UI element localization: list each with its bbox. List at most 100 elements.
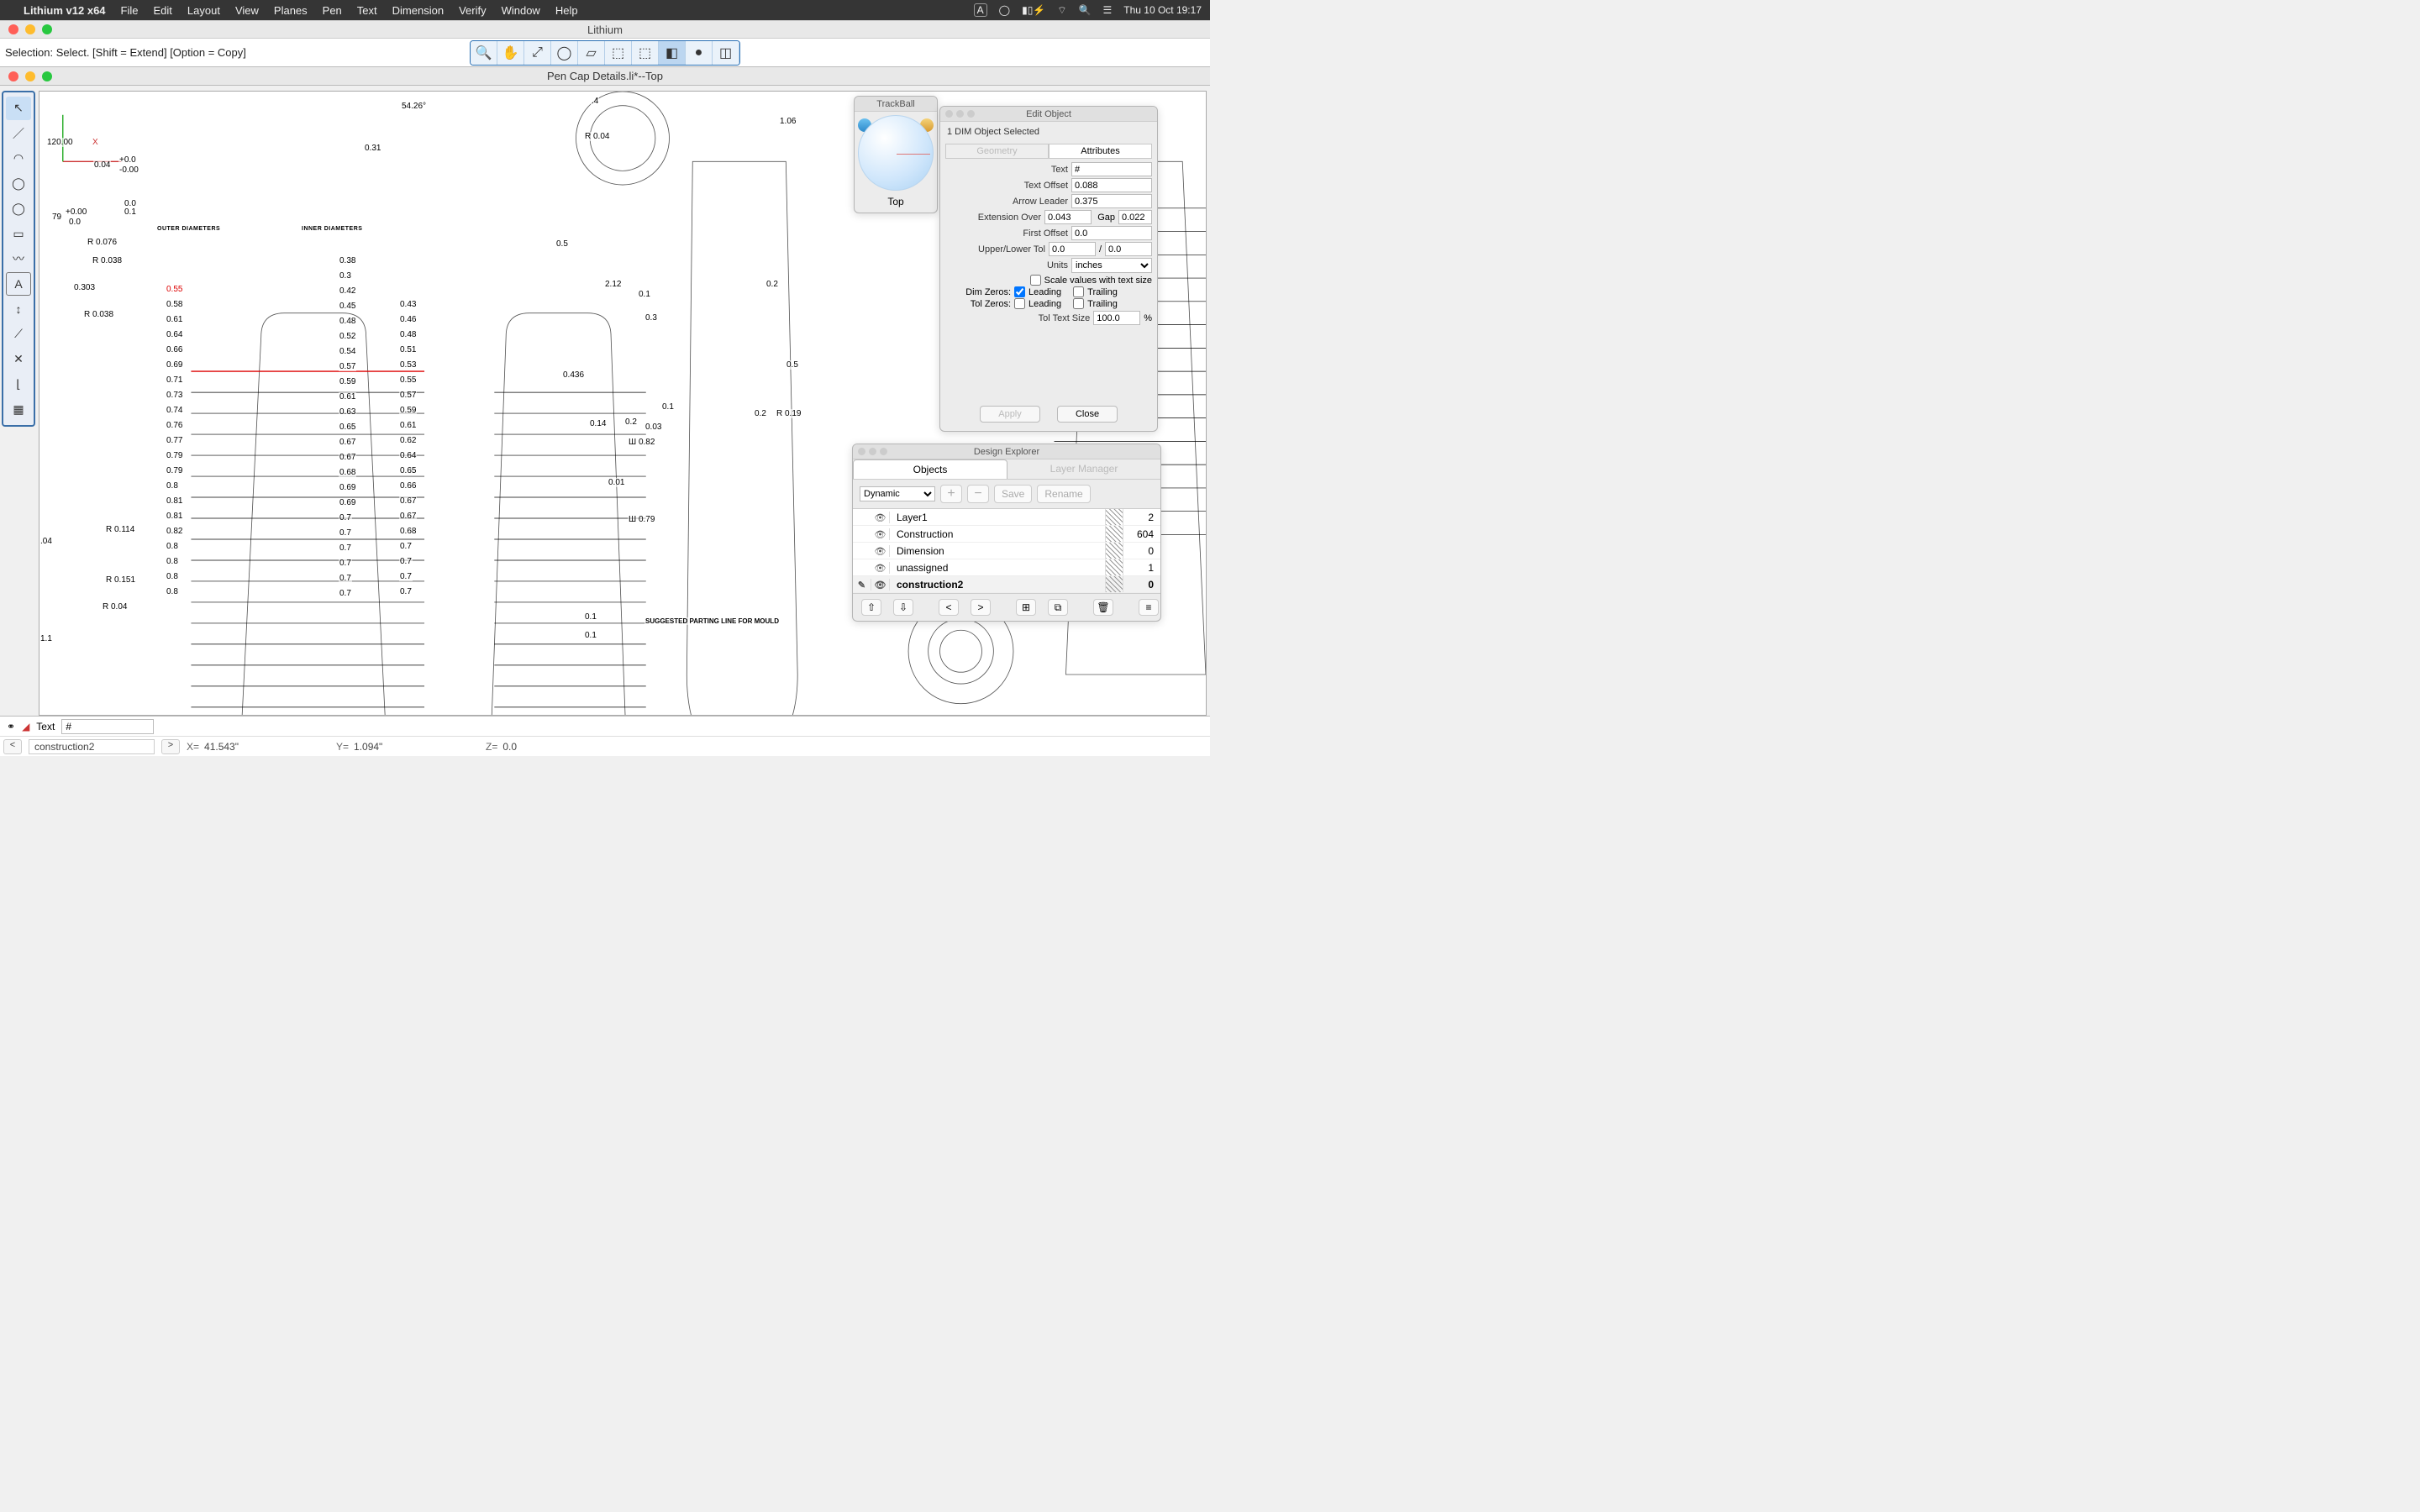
- layer-row[interactable]: Construction604: [853, 526, 1160, 543]
- nav-prev-button[interactable]: <: [3, 739, 22, 754]
- close-button[interactable]: Close: [1057, 406, 1118, 423]
- trackball-titlebar[interactable]: TrackBall: [855, 97, 937, 112]
- control-center-icon[interactable]: ☰: [1103, 4, 1113, 16]
- menu-dimension[interactable]: Dimension: [392, 4, 444, 17]
- tab-geometry[interactable]: Geometry: [945, 144, 1049, 159]
- move-up-button[interactable]: ⇧: [861, 599, 881, 616]
- tool-pattern[interactable]: ▦: [6, 397, 31, 421]
- tab-attributes[interactable]: Attributes: [1049, 144, 1152, 159]
- layer-edit-icon[interactable]: [853, 579, 871, 591]
- user-icon[interactable]: ◯: [999, 4, 1010, 16]
- status-text-input[interactable]: #: [61, 719, 154, 734]
- input-source-icon[interactable]: A: [974, 3, 987, 17]
- layer-row[interactable]: construction20: [853, 576, 1160, 593]
- clock[interactable]: Thu 10 Oct 19:17: [1123, 4, 1202, 16]
- tool-text[interactable]: A: [6, 272, 31, 296]
- menu-text[interactable]: Text: [357, 4, 377, 17]
- tool-rect[interactable]: ▭: [6, 222, 31, 245]
- input-text-offset[interactable]: [1071, 178, 1152, 192]
- battery-icon[interactable]: ▮▯⚡: [1022, 4, 1045, 16]
- view-fit-button[interactable]: ⤢: [524, 41, 551, 65]
- checkbox-scale-values[interactable]: [1030, 275, 1041, 286]
- checkbox-dim-leading[interactable]: [1014, 286, 1025, 297]
- move-down-button[interactable]: ⇩: [893, 599, 913, 616]
- input-first-offset[interactable]: [1071, 226, 1152, 240]
- trackball-panel[interactable]: TrackBall Top: [854, 96, 938, 213]
- tool-circle[interactable]: ◯: [6, 172, 31, 196]
- tool-fillet[interactable]: ⌊: [6, 372, 31, 396]
- input-lower-tol[interactable]: [1105, 242, 1152, 256]
- axes-icon[interactable]: ◢: [22, 721, 29, 732]
- select-filter[interactable]: Dynamic: [860, 486, 935, 501]
- trackball-ball[interactable]: [858, 115, 934, 191]
- layer-visibility-icon[interactable]: [871, 562, 890, 574]
- duplicate-button[interactable]: ⧉: [1048, 599, 1068, 616]
- collapse-button[interactable]: <: [939, 599, 959, 616]
- layer-row[interactable]: Layer12: [853, 509, 1160, 526]
- expand-button[interactable]: >: [971, 599, 991, 616]
- current-layer-box[interactable]: construction2: [29, 739, 155, 754]
- view-orbit-button[interactable]: ◯: [551, 41, 578, 65]
- input-extension-over[interactable]: [1044, 210, 1092, 224]
- layer-row[interactable]: Dimension0: [853, 543, 1160, 559]
- delete-button[interactable]: 🗑: [1093, 599, 1113, 616]
- select-units[interactable]: inches: [1071, 258, 1152, 273]
- layer-visibility-icon[interactable]: [871, 512, 890, 523]
- tool-cross[interactable]: ✕: [6, 347, 31, 370]
- tool-dim[interactable]: ↕: [6, 297, 31, 321]
- checkbox-tol-leading[interactable]: [1014, 298, 1025, 309]
- view-sphere-button[interactable]: ●: [686, 41, 713, 65]
- layer-style-swatch[interactable]: [1105, 509, 1123, 525]
- layer-visibility-icon[interactable]: [871, 545, 890, 557]
- layer-visibility-icon[interactable]: [871, 579, 890, 591]
- input-tol-text-size[interactable]: [1093, 311, 1140, 325]
- menu-layout[interactable]: Layout: [187, 4, 220, 17]
- menu-file[interactable]: File: [121, 4, 139, 17]
- input-gap[interactable]: [1118, 210, 1152, 224]
- layer-style-swatch[interactable]: [1105, 526, 1123, 542]
- tool-spline[interactable]: 〰: [6, 247, 31, 270]
- view-wire-iso-button[interactable]: ▱: [578, 41, 605, 65]
- layer-style-swatch[interactable]: [1105, 576, 1123, 592]
- save-button[interactable]: Save: [994, 485, 1032, 503]
- input-arrow-leader[interactable]: [1071, 194, 1152, 208]
- rename-button[interactable]: Rename: [1037, 485, 1090, 503]
- view-wire-side-button[interactable]: ⬚: [632, 41, 659, 65]
- edit-object-titlebar[interactable]: Edit Object: [940, 107, 1157, 122]
- wifi-icon[interactable]: ⌔: [1057, 4, 1066, 17]
- menu-button[interactable]: ≡: [1139, 599, 1159, 616]
- layer-style-swatch[interactable]: [1105, 559, 1123, 575]
- tool-line[interactable]: ／: [6, 122, 31, 145]
- tab-layer-manager[interactable]: Layer Manager: [1007, 459, 1160, 479]
- input-upper-tol[interactable]: [1049, 242, 1096, 256]
- spotlight-icon[interactable]: 🔍: [1079, 4, 1092, 16]
- tab-objects[interactable]: Objects: [853, 459, 1007, 479]
- input-text[interactable]: [1071, 162, 1152, 176]
- new-group-button[interactable]: ⊞: [1016, 599, 1036, 616]
- view-persp-box-button[interactable]: ◫: [713, 41, 739, 65]
- checkbox-tol-trailing[interactable]: [1073, 298, 1084, 309]
- menu-planes[interactable]: Planes: [274, 4, 308, 17]
- layer-style-swatch[interactable]: [1105, 543, 1123, 559]
- menu-verify[interactable]: Verify: [459, 4, 487, 17]
- link-icon[interactable]: ⚭: [7, 721, 15, 732]
- view-zoom-button[interactable]: 🔍: [471, 41, 497, 65]
- view-shaded-box-button[interactable]: ◧: [659, 41, 686, 65]
- app-name[interactable]: Lithium v12 x64: [24, 4, 106, 17]
- menu-window[interactable]: Window: [502, 4, 540, 17]
- menu-view[interactable]: View: [235, 4, 259, 17]
- menu-edit[interactable]: Edit: [154, 4, 172, 17]
- nav-next-button[interactable]: >: [161, 739, 180, 754]
- design-explorer-titlebar[interactable]: Design Explorer: [853, 444, 1160, 459]
- menu-help[interactable]: Help: [555, 4, 578, 17]
- layer-row[interactable]: unassigned1: [853, 559, 1160, 576]
- tool-ellipse[interactable]: ◯: [6, 197, 31, 220]
- view-wire-front-button[interactable]: ⬚: [605, 41, 632, 65]
- tool-path[interactable]: ⟋: [6, 323, 31, 346]
- layer-visibility-icon[interactable]: [871, 528, 890, 540]
- tool-arc[interactable]: ◠: [6, 147, 31, 171]
- apply-button[interactable]: Apply: [980, 406, 1040, 423]
- view-pan-button[interactable]: ✋: [497, 41, 524, 65]
- add-layer-button[interactable]: +: [940, 485, 962, 503]
- menu-pen[interactable]: Pen: [323, 4, 342, 17]
